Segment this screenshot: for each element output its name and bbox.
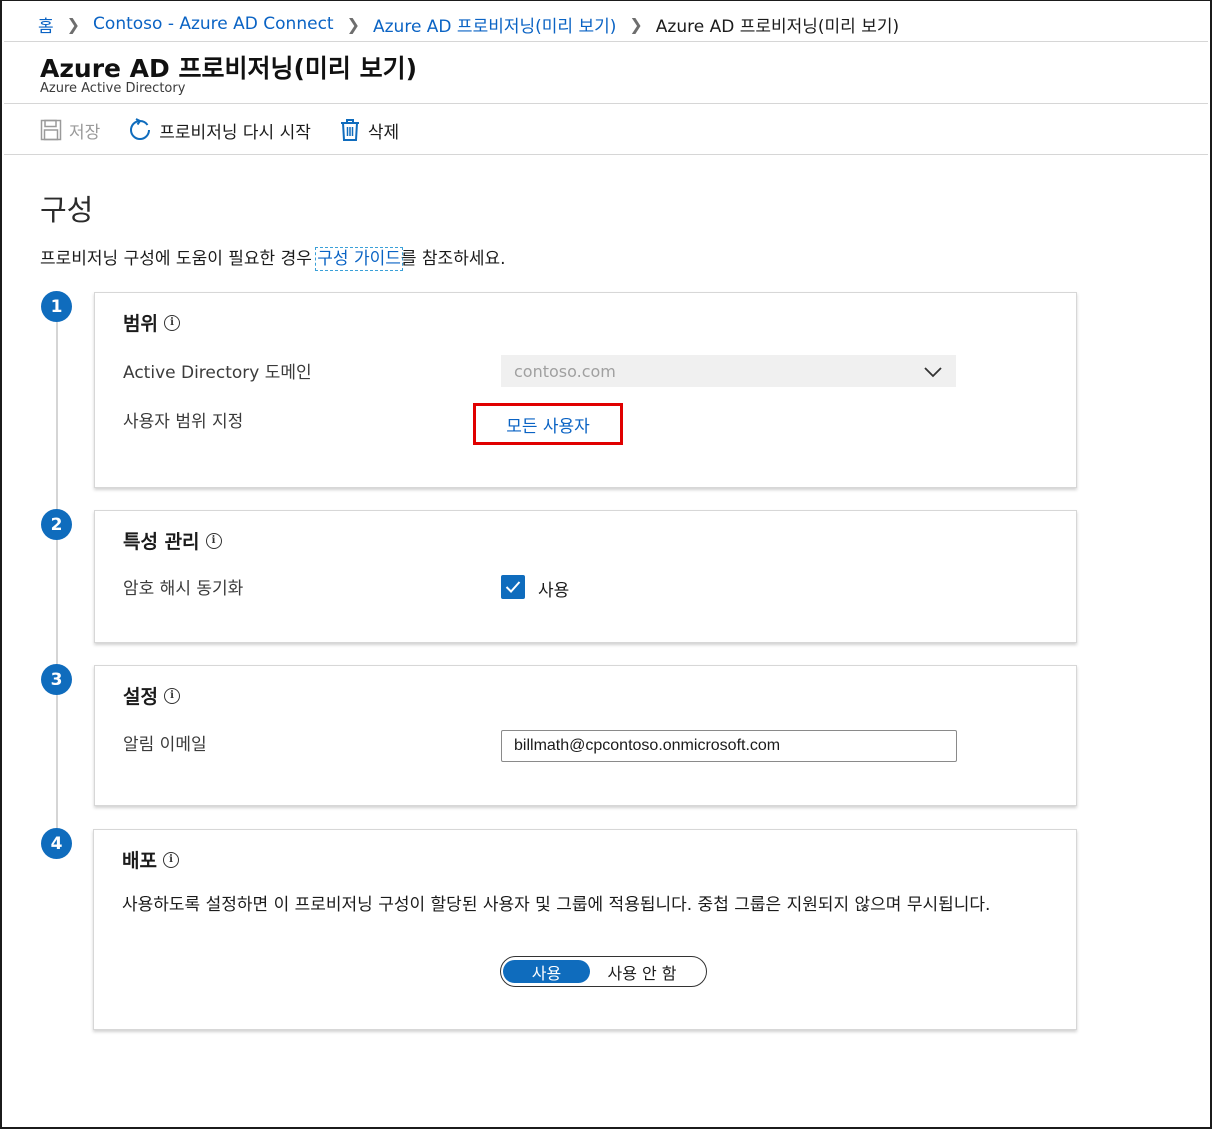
settings-title-text: 설정 (123, 686, 158, 708)
command-bar: 저장 프로비저닝 다시 시작 삭제 (40, 115, 427, 145)
page-title: Azure AD 프로비저닝(미리 보기) (40, 54, 418, 83)
info-icon[interactable]: i (163, 314, 180, 331)
user-scope-link[interactable]: 모든 사용자 (473, 403, 623, 445)
config-guide-link[interactable]: 구성 가이드 (315, 247, 403, 271)
user-scope-label: 사용자 범위 지정 (123, 412, 244, 432)
toggle-enable-option[interactable]: 사용 (503, 960, 590, 983)
help-text: 프로비저닝 구성에 도움이 필요한 경우 구성 가이드를 참조하세요. (40, 244, 506, 271)
step-4-badge: 4 (41, 828, 72, 859)
app-window: 홈 ❯ Contoso - Azure AD Connect ❯ Azure A… (0, 0, 1212, 1129)
trash-icon (340, 119, 359, 141)
save-icon (40, 119, 62, 141)
email-label: 알림 이메일 (123, 735, 207, 755)
settings-title: 설정 i (123, 682, 180, 709)
domain-value: contoso.com (514, 361, 616, 381)
restart-label: 프로비저닝 다시 시작 (159, 122, 311, 143)
scope-title: 범위 i (123, 309, 180, 336)
notification-email-input[interactable]: billmath@cpcontoso.onmicrosoft.com (501, 730, 957, 762)
step-1-badge: 1 (41, 291, 72, 322)
delete-button[interactable]: 삭제 (339, 118, 399, 143)
step-2-badge: 2 (41, 509, 72, 540)
breadcrumb: 홈 ❯ Contoso - Azure AD Connect ❯ Azure A… (38, 11, 899, 37)
breadcrumb-current: Azure AD 프로비저닝(미리 보기) (655, 16, 900, 37)
deploy-title-text: 배포 (122, 850, 157, 872)
chevron-right-icon: ❯ (66, 14, 81, 34)
deploy-title: 배포 i (122, 846, 179, 873)
scope-card: 범위 i Active Directory 도메인 contoso.com 사용… (94, 292, 1077, 488)
chevron-down-icon (924, 367, 942, 378)
step-3-badge: 3 (41, 664, 72, 695)
phs-checkbox[interactable] (501, 575, 525, 599)
deploy-card: 배포 i 사용하도록 설정하면 이 프로비저닝 구성이 할당된 사용자 및 그룹… (93, 829, 1077, 1030)
page-subtitle: Azure Active Directory (40, 81, 186, 96)
toggle-disable-option[interactable]: 사용 안 함 (590, 960, 704, 984)
save-button[interactable]: 저장 (40, 118, 100, 143)
breadcrumb-home[interactable]: 홈 (38, 12, 54, 37)
info-icon[interactable]: i (205, 532, 222, 549)
divider (4, 41, 1208, 42)
restart-provisioning-button[interactable]: 프로비저닝 다시 시작 (128, 118, 311, 143)
divider (4, 103, 1208, 104)
deploy-description: 사용하도록 설정하면 이 프로비저닝 구성이 할당된 사용자 및 그룹에 적용됩… (122, 895, 991, 915)
save-label: 저장 (69, 122, 101, 143)
help-text-suffix: 를 참조하세요. (400, 249, 506, 269)
attribute-card: 특성 관리 i 암호 해시 동기화 사용 (94, 510, 1077, 643)
refresh-icon (130, 118, 151, 140)
attribute-title: 특성 관리 i (123, 527, 222, 554)
scope-title-text: 범위 (123, 313, 158, 335)
info-icon[interactable]: i (163, 687, 180, 704)
section-title: 구성 (40, 193, 94, 227)
breadcrumb-aad-connect[interactable]: Contoso - Azure AD Connect (93, 14, 334, 34)
divider (4, 154, 1208, 155)
delete-label: 삭제 (367, 122, 400, 143)
phs-checkbox-label[interactable]: 사용 (538, 576, 569, 601)
attribute-title-text: 특성 관리 (123, 531, 200, 553)
help-text-prefix: 프로비저닝 구성에 도움이 필요한 경우 (40, 249, 318, 269)
settings-card: 설정 i 알림 이메일 billmath@cpcontoso.onmicroso… (94, 665, 1077, 806)
breadcrumb-provisioning[interactable]: Azure AD 프로비저닝(미리 보기) (373, 12, 616, 37)
chevron-right-icon: ❯ (629, 14, 643, 34)
domain-dropdown[interactable]: contoso.com (501, 355, 956, 387)
info-icon[interactable]: i (162, 851, 179, 868)
deploy-toggle[interactable]: 사용 사용 안 함 (500, 956, 707, 987)
checkmark-icon (505, 581, 521, 593)
steps-connector (56, 319, 58, 851)
domain-label: Active Directory 도메인 (123, 363, 312, 383)
chevron-right-icon: ❯ (346, 14, 360, 34)
phs-label: 암호 해시 동기화 (123, 579, 244, 599)
